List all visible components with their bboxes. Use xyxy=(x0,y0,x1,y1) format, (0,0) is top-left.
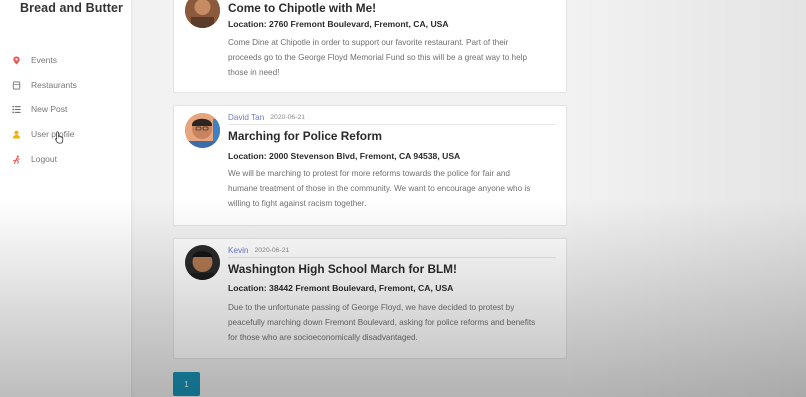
sidebar-item-label: Events xyxy=(31,55,57,65)
description-line: We will be marching to protest for more … xyxy=(228,169,510,178)
post-meta: Kevin 2020-06-21 xyxy=(228,245,556,258)
description-line: for those who are socioeconomically disa… xyxy=(228,333,418,343)
post-title[interactable]: Come to Chipotle with Me! xyxy=(228,1,376,15)
post-meta: David Tan 2020-06-21 xyxy=(228,112,556,125)
description-line: willing to fight against racism together… xyxy=(228,199,367,209)
post-date: 2020-06-21 xyxy=(270,114,306,121)
sidebar: Bread and Butter Events Restaurants New … xyxy=(0,0,131,397)
pagination-page-button[interactable]: 1 xyxy=(173,372,200,396)
post-date: 2020-06-21 xyxy=(254,247,290,254)
description-line: humane treatment of those in the communi… xyxy=(228,184,531,194)
post-location: Location: 38442 Fremont Boulevard, Fremo… xyxy=(228,283,454,293)
post-card: David Tan 2020-06-21 Marching for Police… xyxy=(173,105,567,226)
sidebar-item-label: New Post xyxy=(31,104,68,114)
description-line: proceeds go to the George Floyd Memorial… xyxy=(228,53,527,63)
post-description: Come Dine at Chipotle in order to suppor… xyxy=(228,35,558,81)
sidebar-item-label: Logout xyxy=(31,154,57,164)
post-description: We will be marching to protest for more … xyxy=(228,166,558,212)
restaurant-icon xyxy=(10,79,22,91)
sidebar-item-label: Restaurants xyxy=(31,80,77,90)
mouse-cursor-icon xyxy=(55,131,64,144)
sidebar-item-logout[interactable]: Logout xyxy=(8,149,126,169)
post-location: Location: 2000 Stevenson Blvd, Fremont, … xyxy=(228,151,461,161)
post-author[interactable]: David Tan xyxy=(228,113,264,122)
post-location: Location: 2760 Fremont Boulevard, Fremon… xyxy=(228,19,449,29)
description-line: Come Dine at Chipotle in order to suppor… xyxy=(228,38,509,47)
post-card: Come to Chipotle with Me! Location: 2760… xyxy=(173,0,567,93)
post-title[interactable]: Washington High School March for BLM! xyxy=(228,262,457,276)
post-description: Due to the unfortunate passing of George… xyxy=(228,300,558,346)
description-line: peacefully marching down Fremont Bouleva… xyxy=(228,318,536,328)
description-line: those in need! xyxy=(228,68,280,78)
brand-title: Bread and Butter xyxy=(20,1,124,15)
sidebar-item-restaurants[interactable]: Restaurants xyxy=(8,75,126,95)
sidebar-item-user-profile[interactable]: User profile xyxy=(8,124,126,144)
logout-icon xyxy=(10,153,22,165)
description-line: Due to the unfortunate passing of George… xyxy=(228,303,515,312)
sidebar-item-new-post[interactable]: New Post xyxy=(8,99,126,119)
list-icon xyxy=(10,103,22,115)
main-content: Come to Chipotle with Me! Location: 2760… xyxy=(131,0,806,397)
map-pin-icon xyxy=(10,54,22,66)
avatar[interactable] xyxy=(185,113,220,148)
post-title[interactable]: Marching for Police Reform xyxy=(228,129,382,143)
user-icon xyxy=(10,128,22,140)
avatar[interactable] xyxy=(185,0,220,28)
post-card: Kevin 2020-06-21 Washington High School … xyxy=(173,238,567,359)
sidebar-item-events[interactable]: Events xyxy=(8,50,126,70)
post-author[interactable]: Kevin xyxy=(228,246,248,255)
sidebar-item-label: User profile xyxy=(31,129,75,139)
avatar[interactable] xyxy=(185,245,220,280)
